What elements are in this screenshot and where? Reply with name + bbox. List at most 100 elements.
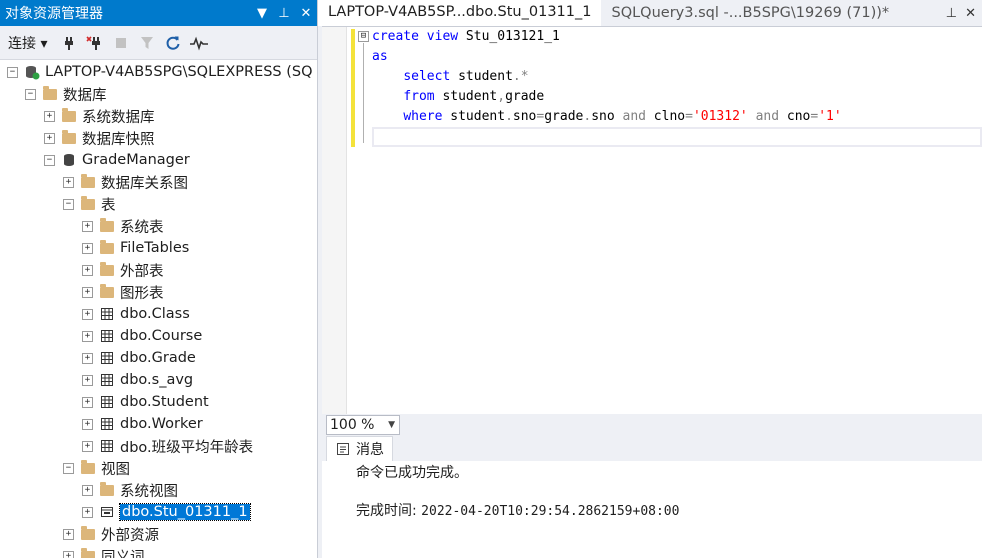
expand-toggle-icon[interactable]: +: [82, 264, 93, 276]
folder-icon: [80, 547, 96, 558]
code-line: as: [372, 47, 842, 67]
tree-node-external-tables[interactable]: + 外部表: [0, 259, 317, 281]
collapse-toggle-icon[interactable]: −: [7, 66, 18, 78]
document-tab-strip: LAPTOP-V4AB5SP...dbo.Stu_01311_1 SQLQuer…: [318, 0, 982, 26]
system-views-label: 系统视图: [120, 483, 178, 500]
expand-toggle-icon[interactable]: +: [63, 550, 74, 558]
pin-icon[interactable]: ⊥: [946, 6, 957, 21]
expand-toggle-icon[interactable]: +: [82, 330, 93, 342]
tree-node-file-tables[interactable]: + FileTables: [0, 237, 317, 259]
expand-toggle-icon[interactable]: +: [82, 506, 93, 518]
tree-node-table[interactable]: + dbo.Class: [0, 303, 317, 325]
tree-node-synonyms[interactable]: + 同义词: [0, 545, 317, 558]
tree-node-system-databases[interactable]: + 系统数据库: [0, 105, 317, 127]
tree-node-table[interactable]: + dbo.班级平均年龄表: [0, 435, 317, 457]
collapse-toggle-icon[interactable]: −: [63, 462, 74, 474]
messages-icon: [335, 441, 351, 457]
code-line: select student.*: [372, 67, 842, 87]
tree-node-views[interactable]: − 视图: [0, 457, 317, 479]
activity-monitor-icon[interactable]: [189, 33, 209, 53]
graph-tables-label: 图形表: [120, 285, 164, 302]
tree-node-table[interactable]: + dbo.Student: [0, 391, 317, 413]
tree-node-table[interactable]: + dbo.Course: [0, 325, 317, 347]
code-token: sno: [512, 109, 537, 124]
pin-icon[interactable]: ⊥: [273, 6, 295, 21]
tree-node-system-views[interactable]: + 系统视图: [0, 479, 317, 501]
file-tables-label: FileTables: [120, 240, 190, 256]
views-label: 视图: [101, 461, 130, 478]
tree-node-db-snapshots[interactable]: + 数据库快照: [0, 127, 317, 149]
expand-toggle-icon[interactable]: +: [82, 352, 93, 364]
tree-node-selected-view[interactable]: + dbo.Stu_01311_1: [0, 501, 317, 523]
tree-node-table[interactable]: + dbo.Worker: [0, 413, 317, 435]
connect-icon[interactable]: [59, 33, 79, 53]
tree-node-table[interactable]: + dbo.s_avg: [0, 369, 317, 391]
tree-node-grade-manager[interactable]: − GradeManager: [0, 149, 317, 171]
close-icon[interactable]: ✕: [295, 6, 317, 21]
tab-view-definition[interactable]: LAPTOP-V4AB5SP...dbo.Stu_01311_1: [318, 0, 602, 26]
expand-toggle-icon[interactable]: +: [63, 528, 74, 540]
table-icon: [99, 438, 115, 454]
expand-toggle-icon[interactable]: +: [82, 286, 93, 298]
folder-icon: [61, 107, 77, 124]
disconnect-icon[interactable]: [85, 33, 105, 53]
expand-toggle-icon[interactable]: +: [82, 374, 93, 386]
tree-node-external-resources[interactable]: + 外部资源: [0, 523, 317, 545]
tree-node-db-diagrams[interactable]: + 数据库关系图: [0, 171, 317, 193]
folder-icon: [80, 195, 96, 212]
expand-toggle-icon[interactable]: +: [44, 132, 55, 144]
filter-icon[interactable]: [137, 33, 157, 53]
expand-toggle-icon[interactable]: +: [82, 484, 93, 496]
tree-node-tables[interactable]: − 表: [0, 193, 317, 215]
outline-guide: [363, 43, 364, 143]
tab-sqlquery3[interactable]: SQLQuery3.sql -...B5SPG\19269 (71))*: [601, 0, 899, 26]
expand-toggle-icon[interactable]: +: [82, 308, 93, 320]
tables-label: 表: [101, 197, 116, 214]
tree-node-databases[interactable]: − 数据库: [0, 83, 317, 105]
expand-toggle-icon[interactable]: +: [82, 242, 93, 254]
expand-toggle-icon[interactable]: +: [82, 440, 93, 452]
result-message: 命令已成功完成。: [356, 465, 468, 481]
object-explorer-title: 对象资源管理器: [5, 6, 103, 22]
expand-toggle-icon[interactable]: +: [82, 396, 93, 408]
connect-button[interactable]: 连接 ▾: [8, 33, 53, 53]
code-token: .: [505, 109, 513, 124]
code-token: grade: [505, 89, 545, 104]
code-token: clno: [645, 109, 686, 124]
query-editor[interactable]: ⊟ create view Stu_013121_1 as select stud…: [322, 26, 982, 415]
stop-icon[interactable]: [111, 33, 131, 53]
expand-toggle-icon[interactable]: +: [63, 176, 74, 188]
expand-toggle-icon[interactable]: +: [82, 220, 93, 232]
window-position-dropdown-icon[interactable]: ▼: [251, 6, 273, 21]
tree-node-table[interactable]: + dbo.Grade: [0, 347, 317, 369]
refresh-icon[interactable]: [163, 33, 183, 53]
code-token: sno: [591, 109, 623, 124]
table-label: dbo.班级平均年龄表: [120, 439, 254, 456]
server-icon: [24, 64, 40, 80]
table-label: dbo.s_avg: [120, 372, 194, 388]
object-explorer-toolbar: 连接 ▾: [0, 26, 317, 60]
editor-gutter: [322, 27, 347, 415]
collapse-toggle-icon[interactable]: −: [63, 198, 74, 210]
expand-toggle-icon[interactable]: +: [82, 418, 93, 430]
tree-node-system-tables[interactable]: + 系统表: [0, 215, 317, 237]
code-area[interactable]: create view Stu_013121_1 as select studen…: [372, 27, 842, 147]
outline-collapse-icon[interactable]: ⊟: [358, 31, 369, 42]
code-line: where student.sno=grade.sno and clno='01…: [372, 107, 841, 127]
table-icon: [99, 372, 115, 388]
tree-node-server[interactable]: − LAPTOP-V4AB5SPG\SQLEXPRESS (SQ: [0, 61, 317, 83]
completion-time-line: 完成时间: 2022-04-20T10:29:54.2862159+08:00: [356, 501, 982, 521]
close-icon[interactable]: ✕: [965, 6, 976, 21]
expand-toggle-icon[interactable]: +: [44, 110, 55, 122]
collapse-toggle-icon[interactable]: −: [25, 88, 36, 100]
collapse-toggle-icon[interactable]: −: [44, 154, 55, 166]
tab-messages[interactable]: 消息: [326, 436, 393, 461]
code-token: cno: [779, 109, 811, 124]
folder-icon: [99, 239, 115, 256]
tree-node-graph-tables[interactable]: + 图形表: [0, 281, 317, 303]
zoom-dropdown[interactable]: 100 % ▼: [326, 415, 400, 435]
table-label: dbo.Course: [120, 328, 203, 344]
